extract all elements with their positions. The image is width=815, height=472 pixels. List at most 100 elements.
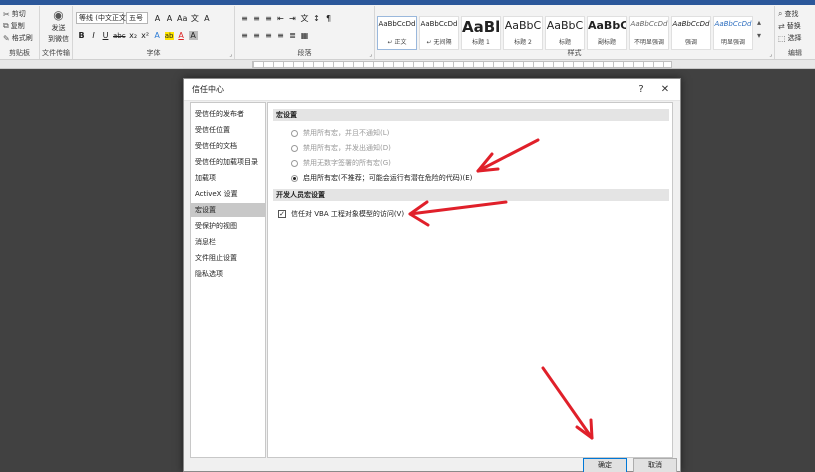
category-list: 受信任的发布者 受信任位置受信任的文档 受信任的加载项目录 加载项 ActiveX 设置… (190, 102, 266, 458)
chevron-down-icon: ▾ (757, 31, 762, 40)
superscript-button[interactable]: x² (141, 31, 150, 40)
nav-item-file-block-settings[interactable]: 文件阻止设置 (191, 251, 265, 265)
styles-group-label: 样式 (567, 49, 582, 57)
macro-option-disable-no-notify[interactable]: 禁用所有宏，并且不通知(L) (291, 128, 389, 138)
font-color-button[interactable]: A (177, 31, 186, 40)
increase-indent-button[interactable]: ⇥ (288, 14, 297, 23)
trust-center-dialog: 信任中心 ? ✕ 受信任的发布者 受信任位置受信任的文档 受信任的加载项目录 加载项 A… (183, 78, 681, 472)
justify-button[interactable]: ≡ (276, 31, 285, 40)
decrease-indent-button[interactable]: ⇤ (276, 14, 285, 23)
align-right-button[interactable]: ≡ (264, 31, 273, 40)
paragraph-row-2: ≡ ≡ ≡ ≡ ≣ ▦ (240, 31, 309, 40)
multilevel-list-button[interactable]: ≡ (264, 14, 273, 23)
nav-item-macro-settings[interactable]: 宏设置 (191, 203, 265, 217)
cancel-button[interactable]: 取消 (633, 458, 677, 472)
style-tile-normal[interactable]: AaBbCcDd ↵ 正文 (377, 16, 417, 50)
macro-option-disable-unsigned[interactable]: 禁用无数字签署的所有宏(G) (291, 158, 391, 168)
bullets-button[interactable]: ≡ (240, 14, 249, 23)
dialog-titlebar[interactable]: 信任中心 ? ✕ (184, 79, 680, 101)
close-icon[interactable]: ✕ (656, 82, 674, 97)
replace-icon: ⇄ (778, 21, 785, 31)
radio-disable-no-notify[interactable] (291, 129, 298, 137)
paragraph-dialog-launcher-icon[interactable]: ⌟ (369, 51, 372, 58)
style-tile-title[interactable]: AaBbC 标题 (545, 16, 585, 50)
editing-group: ⌕ 查找 ⇄ 替换 ⬚ 选择 编辑 (775, 6, 815, 59)
format-painter-button[interactable]: ✎ 格式刷 (3, 33, 33, 43)
font-size-select[interactable]: 五号 (126, 12, 148, 24)
clipboard-group: ✂ 剪切 ⧉ 复制 ✎ 格式刷 剪贴板 (0, 6, 40, 59)
font-group: 等线 (中文正文) 五号 A A Aa 文 A B I U abc x₂ x² … (73, 6, 235, 59)
cursor-icon: ⬚ (778, 33, 786, 43)
numbering-button[interactable]: ≡ (252, 14, 261, 23)
scissors-icon: ✂ (3, 9, 10, 19)
ok-button[interactable]: 确定 (583, 458, 627, 472)
style-tile-intense-emphasis[interactable]: AaBbCcDd 明显强调 (713, 16, 753, 50)
radio-disable-notify[interactable] (291, 144, 298, 152)
borders-button[interactable]: ▦ (300, 31, 309, 40)
style-tile-no-spacing[interactable]: AaBbCcDd ↵ 无间隔 (419, 16, 459, 50)
dialog-title: 信任中心 (192, 85, 224, 94)
ruler-ticks (253, 62, 671, 67)
macro-option-disable-notify[interactable]: 禁用所有宏，并发出通知(D) (291, 143, 391, 153)
horizontal-ruler[interactable] (0, 60, 815, 69)
line-spacing-button[interactable]: ≣ (288, 31, 297, 40)
sort-button[interactable]: ↕ (312, 14, 321, 23)
chevron-up-icon: ▴ (757, 18, 762, 27)
char-shading-button[interactable]: A (188, 31, 198, 40)
chinese-layout-button[interactable]: 文 (300, 13, 309, 24)
macro-option-enable-all[interactable]: 启用所有宏(不推荐；可能会运行有潜在危险的代码)(E) (291, 173, 472, 183)
nav-item-trusted-locations[interactable]: 受信任位置 (191, 123, 265, 137)
italic-button[interactable]: I (89, 31, 98, 40)
highlight-button[interactable]: ab (164, 31, 174, 40)
radio-enable-all[interactable] (291, 174, 298, 182)
underline-button[interactable]: U (101, 31, 110, 40)
trust-vba-access-option[interactable]: ✓ 信任对 VBA 工程对象模型的访问(V) (278, 209, 404, 219)
copy-button[interactable]: ⧉ 复制 (3, 21, 25, 31)
style-tile-heading-1[interactable]: AaBl 标题 1 (461, 16, 501, 50)
text-effects-button[interactable]: A (153, 31, 162, 40)
nav-item-trusted-publishers[interactable]: 受信任的发布者 (191, 107, 265, 121)
char-border-button[interactable]: A (202, 14, 211, 23)
change-case-button[interactable]: Aa (177, 14, 187, 23)
subscript-button[interactable]: x₂ (129, 31, 138, 40)
paragraph-group-label: 段落 (297, 49, 312, 57)
styles-group: AaBbCcDd ↵ 正文 AaBbCcDd ↵ 无间隔 AaBl 标题 1 A… (375, 6, 775, 59)
word-ribbon: ✂ 剪切 ⧉ 复制 ✎ 格式刷 剪贴板 ◉ 发送 到微信 文件传输 等线 (中文正文)… (0, 0, 815, 60)
styles-scroll[interactable]: ▴ ▾ (757, 18, 761, 40)
bold-button[interactable]: B (77, 31, 86, 40)
align-center-button[interactable]: ≡ (252, 31, 261, 40)
shrink-font-button[interactable]: A (165, 14, 174, 23)
trust-vba-checkbox[interactable]: ✓ (278, 210, 286, 218)
nav-item-message-bar[interactable]: 消息栏 (191, 235, 265, 249)
ruler-text-area (252, 61, 672, 68)
nav-item-addins[interactable]: 加载项 (191, 171, 265, 185)
align-left-button[interactable]: ≡ (240, 31, 249, 40)
send-to-wechat-button[interactable]: ◉ 发送 到微信 (48, 8, 69, 44)
nav-item-trusted-documents[interactable]: 受信任的文档 (191, 139, 265, 153)
select-button[interactable]: ⬚ 选择 (778, 33, 802, 43)
find-button[interactable]: ⌕ 查找 (778, 9, 798, 19)
nav-item-trusted-addin-catalogs[interactable]: 受信任的加载项目录 (191, 155, 265, 169)
style-tile-heading-2[interactable]: AaBbC 标题 2 (503, 16, 543, 50)
file-transfer-group: ◉ 发送 到微信 文件传输 (40, 6, 73, 59)
radio-disable-unsigned[interactable] (291, 159, 298, 167)
phonetic-guide-button[interactable]: 文 (190, 13, 199, 24)
style-tile-subtle-emphasis[interactable]: AaBbCcDd 不明显强调 (629, 16, 669, 50)
nav-item-privacy-options[interactable]: 隐私选项 (191, 267, 265, 281)
style-tile-emphasis[interactable]: AaBbCcDd 强调 (671, 16, 711, 50)
paragraph-group: ≡ ≡ ≡ ⇤ ⇥ 文 ↕ ¶ ≡ ≡ ≡ ≡ ≣ ▦ 段落 ⌟ (235, 6, 375, 59)
font-dialog-launcher-icon[interactable]: ⌟ (229, 51, 232, 58)
font-name-select[interactable]: 等线 (中文正文) (76, 12, 129, 24)
styles-dialog-launcher-icon[interactable]: ⌟ (769, 51, 772, 58)
nav-item-protected-view[interactable]: 受保护的视图 (191, 219, 265, 233)
cut-button[interactable]: ✂ 剪切 (3, 9, 26, 19)
paragraph-row-1: ≡ ≡ ≡ ⇤ ⇥ 文 ↕ ¶ (240, 13, 333, 24)
style-tile-subtitle[interactable]: AaBbC 副标题 (587, 16, 627, 50)
strikethrough-button[interactable]: abc (113, 32, 126, 40)
replace-button[interactable]: ⇄ 替换 (778, 21, 801, 31)
show-marks-button[interactable]: ¶ (324, 14, 333, 23)
grow-font-button[interactable]: A (153, 14, 162, 23)
file-transfer-group-label: 文件传输 (42, 49, 70, 57)
nav-item-activex-settings[interactable]: ActiveX 设置 (191, 187, 265, 201)
help-button[interactable]: ? (632, 82, 650, 97)
